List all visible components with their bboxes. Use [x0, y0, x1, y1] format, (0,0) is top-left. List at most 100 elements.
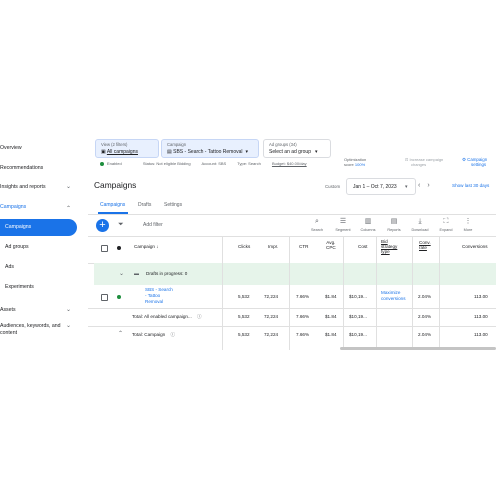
column-header-avg-cpc[interactable]: Avg. CPC [326, 240, 336, 250]
cell-avg-cpc: $1.84 [325, 294, 337, 299]
nav-label: Insights and reports [0, 184, 46, 190]
cell-conv-rate: 2.04% [418, 332, 432, 337]
cell-cost: $10,19... [349, 314, 367, 319]
column-header-bid-strategy-type[interactable]: Bid strategy type [381, 239, 397, 254]
nav-campaigns-selected[interactable]: Campaigns [0, 219, 77, 236]
campaign-filter-title: Campaign [167, 142, 187, 147]
campaign-budget: Budget: $40.00/day [271, 161, 307, 166]
more-tool-button[interactable]: ⋮ More [455, 218, 481, 232]
nav-label: Campaigns [5, 224, 32, 230]
view-filter-pill[interactable]: View (2 filters) ▣ All campaigns [95, 139, 159, 158]
view-filter-value: ▣ All campaigns [101, 149, 138, 155]
column-header-cost[interactable]: Cost [358, 244, 367, 249]
nav-ad-groups[interactable]: Ad groups [5, 244, 29, 250]
segment-icon: ☰ [339, 218, 347, 225]
total-enabled-label: Total: All enabled campaign... ⓘ [132, 314, 202, 319]
cell-clicks: 5,532 [238, 294, 250, 299]
nav-experiments[interactable]: Experiments [5, 284, 34, 290]
column-separator [343, 236, 344, 350]
select-all-checkbox[interactable] [101, 245, 108, 252]
more-vert-icon: ⋮ [464, 218, 472, 225]
campaign-filter-value: ▤ SBS - Search - Tattoo Removal ▾ [167, 149, 249, 155]
optimization-score[interactable]: Optimization score 100% [344, 157, 366, 167]
help-icon[interactable]: ⓘ [170, 332, 175, 337]
add-campaign-button[interactable]: + [96, 219, 109, 232]
enabled-status[interactable]: Enabled [100, 161, 132, 166]
date-range-picker[interactable]: Jan 1 – Oct 7, 2023 ▾ [346, 178, 416, 195]
nav-label: Ad groups [5, 244, 29, 250]
drafts-in-progress-label: Drafts in progress: 0 [146, 271, 188, 276]
chevron-right-icon[interactable]: › [427, 182, 436, 189]
cell-clicks: 5,532 [238, 314, 250, 319]
columns-tool-button[interactable]: ▥ Columns [355, 218, 381, 232]
column-header-clicks[interactable]: Clicks [238, 244, 250, 249]
nav-label: Recommendations [0, 165, 44, 171]
show-last-30-days[interactable]: Show last 30 days [452, 183, 489, 188]
nav-campaigns-section[interactable]: Campaigns ⌃ [0, 204, 71, 212]
campaign-settings-link[interactable]: ⚙ Campaign settings [462, 157, 487, 167]
cell-ctr: 7.66% [296, 314, 310, 319]
reports-tool-button[interactable]: ▤ Reports [381, 218, 407, 232]
columns-icon: ▥ [364, 218, 372, 225]
row-checkbox[interactable] [101, 294, 108, 301]
nav-ads[interactable]: Ads [5, 264, 14, 270]
nav-insights-and-reports[interactable]: Insights and reports ⌄ [0, 184, 71, 190]
horizontal-scrollbar[interactable] [340, 347, 496, 350]
bid-strategy-link[interactable]: Maximize conversions [381, 290, 406, 302]
nav-assets[interactable]: Assets ⌄ [0, 307, 71, 313]
column-header-impr[interactable]: Impr. [268, 244, 278, 249]
column-separator [412, 236, 413, 350]
optimization-score-value: 100% [354, 162, 366, 167]
nav-audiences[interactable]: Audiences, keywords, and ⌄ [0, 323, 71, 329]
tab-settings[interactable]: Settings [164, 202, 182, 208]
column-separator [376, 236, 377, 350]
campaign-name-link[interactable]: SBS - Search - Tattoo Removal [145, 287, 173, 305]
campaign-filter-pill[interactable]: Campaign ▤ SBS - Search - Tattoo Removal… [161, 139, 259, 158]
search-icon: ⌕ [315, 218, 319, 225]
plus-icon: + [99, 219, 106, 231]
chevron-down-icon: ▾ [314, 149, 318, 155]
column-header-campaign[interactable]: Campaign ↓ [134, 244, 159, 249]
increase-campaign-changes: ⊡ Increase campaign changes [405, 157, 455, 167]
cell-impr: 72,224 [264, 332, 279, 337]
download-icon: ⤓ [418, 218, 422, 225]
column-separator [289, 236, 290, 350]
cell-ctr: 7.66% [296, 332, 310, 337]
adgroup-filter-value: Select an ad group ▾ [269, 149, 318, 155]
divider [88, 326, 496, 327]
nav-label: content [0, 330, 18, 336]
help-icon[interactable]: ⓘ [197, 314, 202, 319]
page-title: Campaigns [94, 180, 137, 190]
nav-overview[interactable]: Overview [0, 145, 22, 151]
campaign-status-bar: Enabled Status: Not eligible Bidding Acc… [100, 161, 317, 166]
total-campaign-label: Total: Campaign ⓘ [132, 332, 176, 337]
date-navigation: ‹› [418, 182, 437, 189]
column-separator [439, 236, 440, 350]
tab-campaigns[interactable]: Campaigns [100, 202, 125, 208]
search-tool-button[interactable]: ⌕ Search [304, 218, 330, 232]
nav-recommendations[interactable]: Recommendations [0, 165, 43, 171]
cell-cost: $10,19... [349, 332, 367, 337]
view-filter-title: View (2 filters) [101, 142, 128, 147]
chevron-up-icon[interactable]: ⌃ [118, 330, 123, 337]
cell-avg-cpc: $1.84 [325, 314, 337, 319]
filter-icon[interactable]: ⏷ [118, 221, 124, 229]
adgroup-filter-pill[interactable]: Ad groups (34) Select an ad group ▾ [263, 139, 331, 158]
download-tool-button[interactable]: ⤓ Download [407, 218, 433, 232]
nav-label: Ads [5, 264, 14, 270]
cell-conv-rate: 2.04% [418, 314, 432, 319]
chevron-down-icon[interactable]: ⌄ [119, 270, 124, 277]
column-header-ctr[interactable]: CTR [299, 244, 308, 249]
column-header-conversions[interactable]: Conversions [462, 244, 488, 249]
cell-cost: $10,19... [349, 294, 367, 299]
enabled-status-icon[interactable] [117, 295, 121, 299]
date-range-value: Jan 1 – Oct 7, 2023 [353, 184, 397, 190]
segment-tool-button[interactable]: ☰ Segment [330, 218, 356, 232]
add-filter-button[interactable]: Add filter [143, 222, 163, 228]
chevron-down-icon: ▾ [405, 184, 408, 190]
chevron-down-icon: ▾ [245, 149, 249, 155]
chevron-left-icon[interactable]: ‹ [418, 182, 427, 189]
column-header-conv-rate[interactable]: Conv. rate [419, 240, 431, 250]
divider [88, 308, 496, 309]
tab-drafts[interactable]: Drafts [138, 202, 151, 208]
